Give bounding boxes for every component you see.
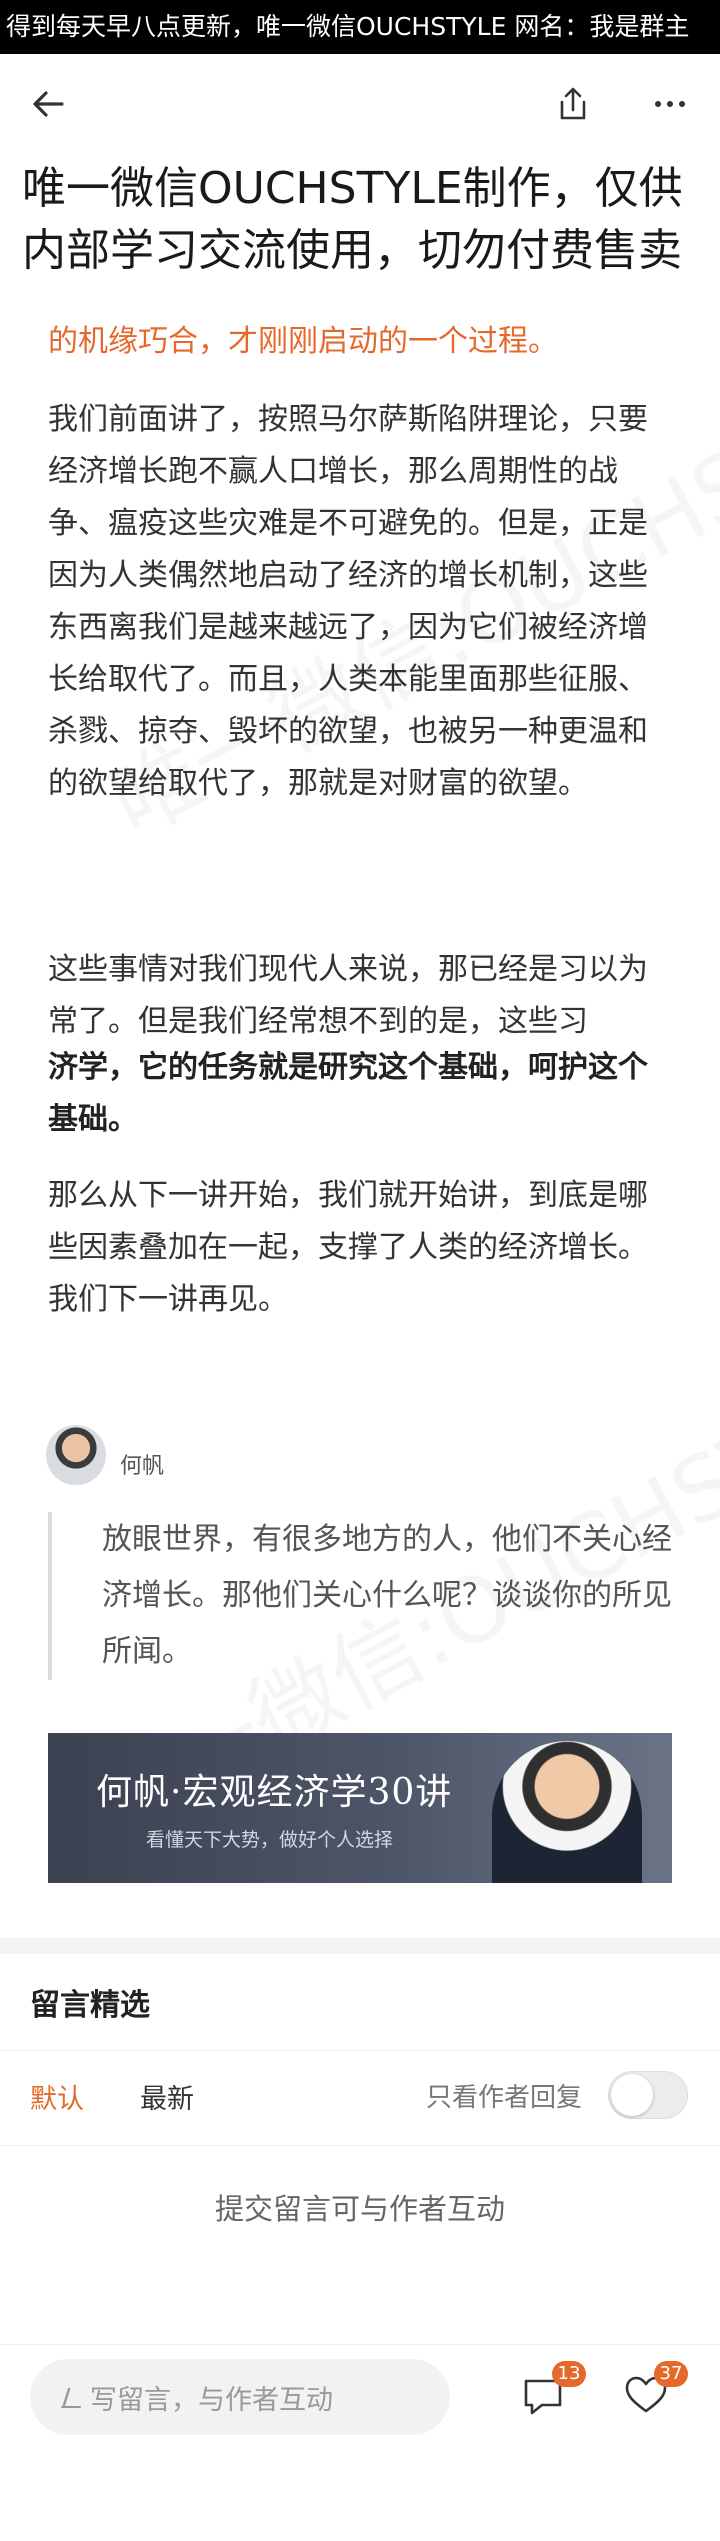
article-body-2: 这些事情对我们现代人来说，那已经是习以为常了。但是我们经常想不到的是，这些习: [48, 944, 672, 1048]
quote-text: 放眼世界，有很多地方的人，他们不关心经济增长。那他们关心什么呢？谈谈你的所见所闻…: [102, 1522, 672, 1669]
article-body-2b: 济学，它的任务就是研究这个基础，呵护这个基础。: [48, 1042, 672, 1146]
top-navigation-bar: [0, 54, 720, 150]
question-quote: 放眼世界，有很多地方的人，他们不关心经济增长。那他们关心什么呢？谈谈你的所见所闻…: [48, 1512, 678, 1680]
like-count-badge: 37: [654, 2361, 688, 2387]
comments-empty-hint: 提交留言可与作者互动: [214, 2192, 505, 2226]
comment-input-placeholder: 写留言，与作者互动: [90, 2384, 333, 2416]
article-lead: 的机缘巧合，才刚刚启动的一个过程。: [48, 316, 672, 368]
comments-button[interactable]: 13: [516, 2361, 586, 2427]
paragraph-2-bottom: 济学，它的任务就是研究这个基础，呵护这个基础。: [48, 1050, 648, 1137]
course-promo-banner[interactable]: 何帆·宏观经济学30讲 看懂天下大势，做好个人选择: [48, 1733, 672, 1883]
top-banner: 得到每天早八点更新，唯一微信OUCHSTYLE 网名：我是群主: [0, 0, 720, 54]
article-title: 唯一微信OUCHSTYLE制作，仅供内部学习交流使用，切勿付费售卖: [22, 163, 683, 276]
back-button[interactable]: [20, 76, 76, 132]
comment-count-badge: 13: [552, 2361, 586, 2387]
only-author-toggle[interactable]: [608, 2071, 688, 2119]
article-body-3: 那么从下一讲开始，我们就开始讲，到底是哪些因素叠加在一起，支撑了人类的经济增长。…: [48, 1170, 672, 1326]
comments-tabs: 默认 最新 只看作者回复: [0, 2050, 720, 2146]
tab-default[interactable]: 默认: [30, 2077, 84, 2116]
lead-paragraph: 的机缘巧合，才刚刚启动的一个过程。: [48, 324, 558, 359]
bottom-action-bar: 写留言，与作者互动 13 37: [0, 2344, 720, 2541]
author-avatar[interactable]: [46, 1425, 106, 1485]
paragraph-3: 那么从下一讲开始，我们就开始讲，到底是哪些因素叠加在一起，支撑了人类的经济增长。…: [48, 1178, 648, 1317]
author-name[interactable]: 何帆: [120, 1448, 164, 1480]
author-portrait: [492, 1741, 642, 1883]
arrow-left-icon: [33, 91, 64, 117]
comment-input[interactable]: 写留言，与作者互动: [30, 2359, 450, 2435]
promo-title: 何帆·宏观经济学30讲: [96, 1772, 453, 1813]
paragraph-2-top: 这些事情对我们现代人来说，那已经是习以为常了。但是我们经常想不到的是，这些习: [48, 952, 648, 1039]
promo-subtitle: 看懂天下大势，做好个人选择: [146, 1829, 394, 1851]
section-divider: [0, 1938, 720, 1954]
comments-section-title: 留言精选: [30, 1988, 150, 2023]
share-button[interactable]: [545, 76, 601, 132]
toggle-knob: [611, 2074, 653, 2116]
more-icon: [655, 101, 685, 107]
pencil-icon: [61, 2387, 81, 2408]
paragraph-1: 我们前面讲了，按照马尔萨斯陷阱理论，只要经济增长跑不赢人口增长，那么周期性的战争…: [48, 402, 648, 801]
tab-latest[interactable]: 最新: [140, 2077, 194, 2116]
article-body-1: 我们前面讲了，按照马尔萨斯陷阱理论，只要经济增长跑不赢人口增长，那么周期性的战争…: [48, 394, 672, 810]
more-button[interactable]: [642, 76, 698, 132]
only-author-replies-label: 只看作者回复: [426, 2083, 583, 2113]
banner-text: 得到每天早八点更新，唯一微信OUCHSTYLE 网名：我是群主: [6, 12, 690, 41]
like-button[interactable]: 37: [618, 2361, 688, 2427]
share-icon: [560, 87, 586, 120]
